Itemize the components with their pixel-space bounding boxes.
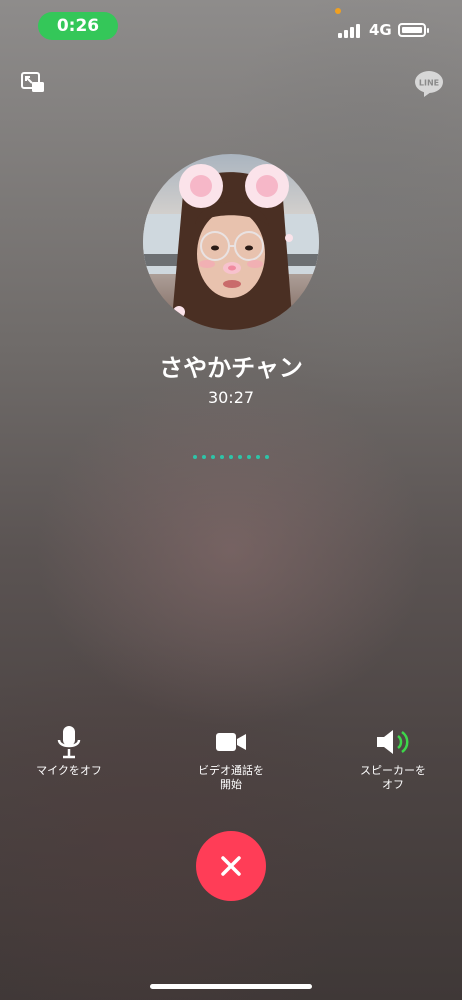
close-icon <box>221 856 241 876</box>
end-call-button[interactable] <box>196 831 266 901</box>
battery-icon <box>398 23 429 37</box>
minimize-window-icon[interactable] <box>20 71 46 95</box>
video-camera-icon <box>171 722 291 762</box>
video-label-line2: 開始 <box>220 778 242 791</box>
speaker-button[interactable]: スピーカーを オフ <box>333 722 453 792</box>
home-indicator[interactable] <box>150 984 312 989</box>
status-time[interactable]: 0:26 <box>38 12 118 40</box>
contact-name: さやかチャン <box>159 354 303 382</box>
signal-strength-icon <box>338 24 362 38</box>
speaker-icon <box>333 722 453 762</box>
mute-button[interactable]: マイクをオフ <box>9 722 129 778</box>
video-label-line1: ビデオ通話を <box>198 764 264 777</box>
contact-avatar <box>143 154 319 330</box>
call-duration: 30:27 <box>207 388 255 407</box>
line-logo-text: LINE <box>419 79 439 88</box>
microphone-icon <box>9 722 129 762</box>
status-bar: 0:26 4G <box>0 0 462 52</box>
connection-dots-indicator <box>193 455 273 461</box>
camera-indicator-dot <box>335 8 341 14</box>
speaker-label-line1: スピーカーを <box>360 764 426 777</box>
speaker-label-line2: オフ <box>382 778 404 791</box>
start-video-button[interactable]: ビデオ通話を 開始 <box>171 722 291 792</box>
mute-label: マイクをオフ <box>36 764 102 777</box>
line-logo-icon[interactable]: LINE <box>414 70 444 98</box>
network-type: 4G <box>369 21 392 39</box>
